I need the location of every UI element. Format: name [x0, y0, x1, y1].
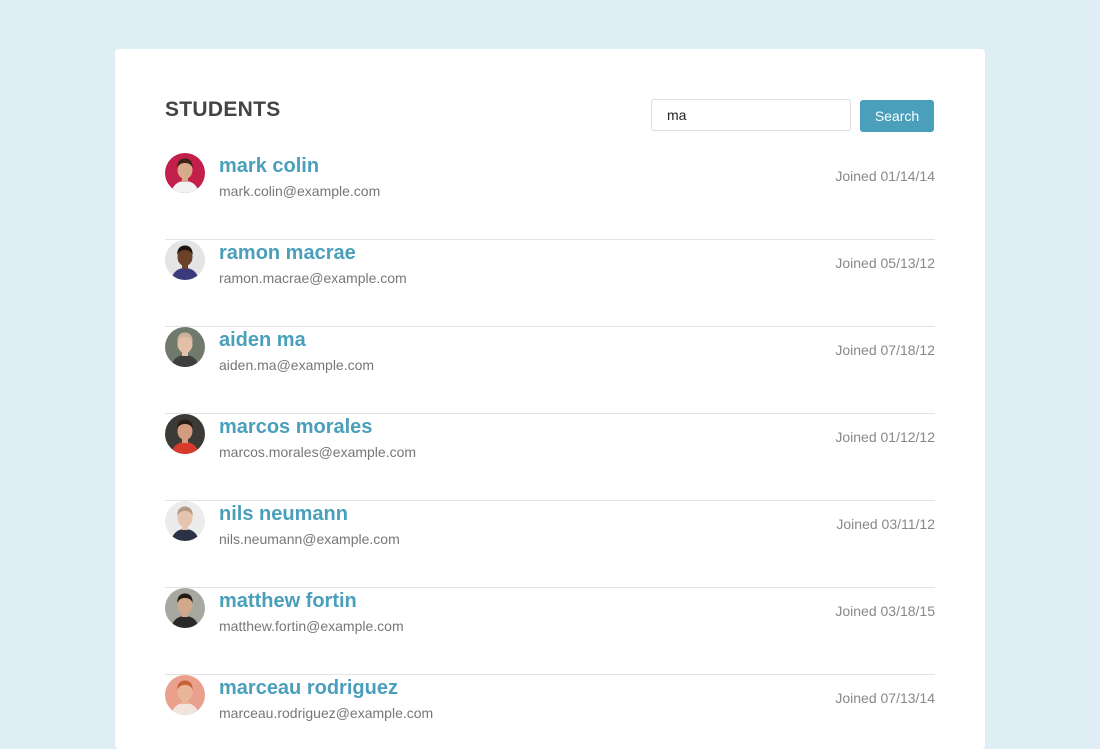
- student-list-item[interactable]: marcos morales marcos.morales@example.co…: [165, 414, 935, 501]
- student-email: marcos.morales@example.com: [219, 444, 417, 460]
- student-email: matthew.fortin@example.com: [219, 618, 404, 634]
- avatar[interactable]: [165, 588, 205, 628]
- avatar-portrait-icon: [165, 327, 205, 367]
- joined-date: Joined 03/11/12: [836, 516, 935, 532]
- student-email: mark.colin@example.com: [219, 183, 381, 199]
- avatar-portrait-icon: [165, 501, 205, 541]
- avatar[interactable]: [165, 675, 205, 715]
- avatar[interactable]: [165, 240, 205, 280]
- joined-date: Joined 01/12/12: [835, 429, 935, 445]
- joined-date: Joined 07/18/12: [835, 342, 935, 358]
- students-card: STUDENTS Search mark colin mark.colin@ex…: [115, 49, 985, 749]
- avatar[interactable]: [165, 414, 205, 454]
- student-name[interactable]: marcos morales: [219, 416, 372, 439]
- student-name[interactable]: nils neumann: [219, 503, 348, 526]
- student-name[interactable]: ramon macrae: [219, 242, 356, 265]
- page-title: STUDENTS: [165, 98, 281, 121]
- search-input[interactable]: [651, 99, 851, 131]
- student-list-item[interactable]: marceau rodriguez marceau.rodriguez@exam…: [165, 675, 935, 749]
- avatar-portrait-icon: [165, 153, 205, 193]
- student-list: mark colin mark.colin@example.com Joined…: [165, 153, 935, 749]
- student-name[interactable]: mark colin: [219, 155, 319, 178]
- student-email: ramon.macrae@example.com: [219, 270, 407, 286]
- student-email: nils.neumann@example.com: [219, 531, 400, 547]
- avatar-portrait-icon: [165, 414, 205, 454]
- search-button[interactable]: Search: [860, 100, 934, 132]
- student-list-item[interactable]: mark colin mark.colin@example.com Joined…: [165, 153, 935, 240]
- student-list-item[interactable]: matthew fortin matthew.fortin@example.co…: [165, 588, 935, 675]
- joined-date: Joined 03/18/15: [835, 603, 935, 619]
- avatar-portrait-icon: [165, 240, 205, 280]
- student-list-item[interactable]: aiden ma aiden.ma@example.com Joined 07/…: [165, 327, 935, 414]
- student-name[interactable]: matthew fortin: [219, 590, 357, 613]
- avatar[interactable]: [165, 501, 205, 541]
- student-list-item[interactable]: ramon macrae ramon.macrae@example.com Jo…: [165, 240, 935, 327]
- joined-date: Joined 01/14/14: [835, 168, 935, 184]
- joined-date: Joined 07/13/14: [835, 690, 935, 706]
- student-list-item[interactable]: nils neumann nils.neumann@example.com Jo…: [165, 501, 935, 588]
- avatar[interactable]: [165, 327, 205, 367]
- joined-date: Joined 05/13/12: [835, 255, 935, 271]
- avatar-portrait-icon: [165, 588, 205, 628]
- student-name[interactable]: aiden ma: [219, 329, 306, 352]
- student-email: marceau.rodriguez@example.com: [219, 705, 434, 721]
- avatar-portrait-icon: [165, 675, 205, 715]
- student-email: aiden.ma@example.com: [219, 357, 375, 373]
- avatar[interactable]: [165, 153, 205, 193]
